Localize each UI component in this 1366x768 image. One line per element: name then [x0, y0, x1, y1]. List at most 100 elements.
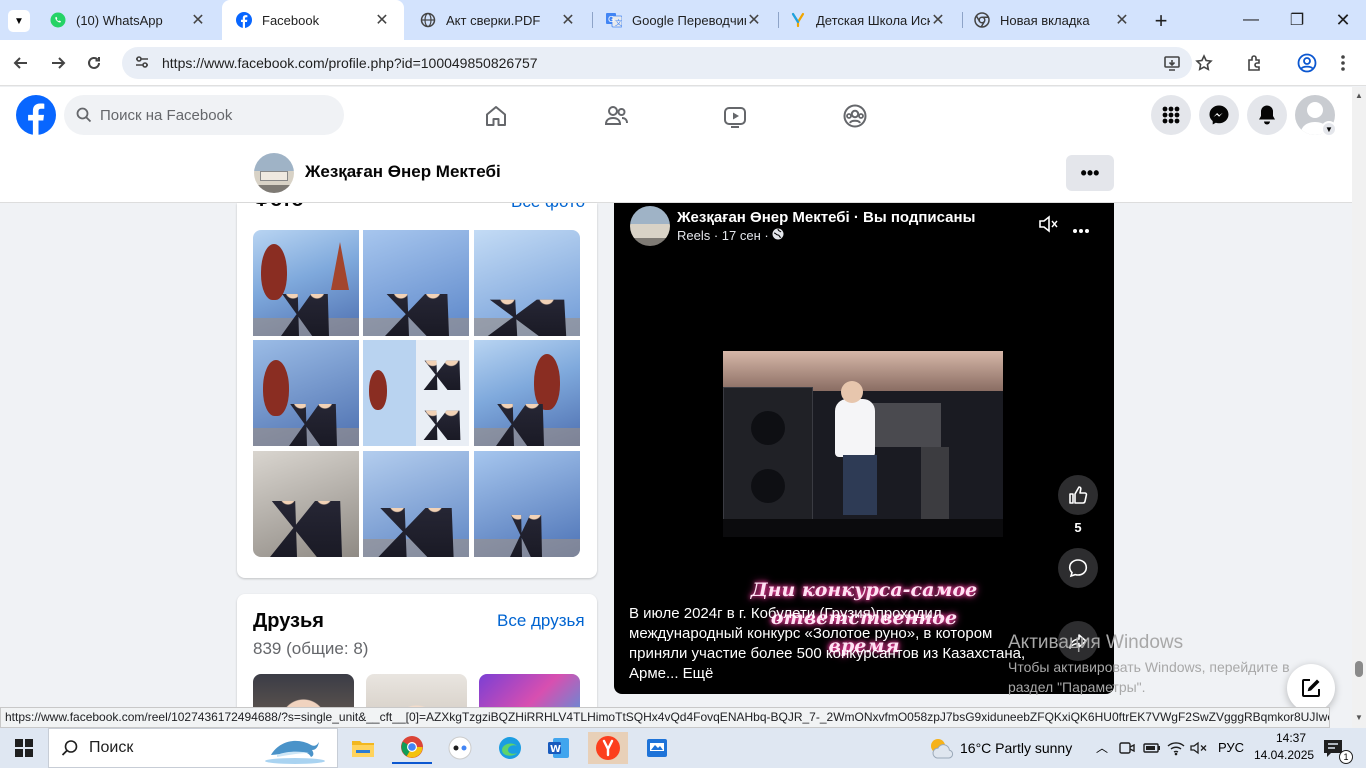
tab-detskaya-shkola[interactable]: Детская Школа Иску ✕ [776, 0, 960, 40]
profile-avatar[interactable] [254, 153, 294, 193]
word-icon[interactable]: W [539, 732, 579, 764]
facebook-logo-icon[interactable] [16, 95, 56, 138]
reel-meta: Reels · 17 сен · [677, 228, 769, 243]
input-language[interactable]: РУС [1218, 740, 1244, 755]
messenger-button[interactable] [1199, 95, 1239, 135]
tab-new-tab[interactable]: Новая вкладка ✕ [960, 0, 1144, 40]
reload-button[interactable] [79, 48, 109, 78]
photo-thumbnail[interactable] [253, 451, 359, 557]
weather-text[interactable]: 16°C Partly sunny [960, 740, 1072, 756]
reel-author-avatar[interactable] [630, 206, 670, 246]
weather-icon[interactable] [928, 736, 954, 763]
extensions-icon[interactable] [1240, 48, 1270, 78]
tab-close-icon[interactable]: ✕ [190, 10, 206, 30]
photo-thumbnail[interactable] [474, 340, 580, 446]
url-text[interactable]: https://www.facebook.com/profile.php?id=… [162, 55, 538, 71]
scrollbar-thumb[interactable] [1355, 661, 1363, 677]
activation-watermark-text: Чтобы активировать Windows, перейдите в … [1008, 659, 1290, 695]
install-app-icon[interactable] [1157, 48, 1187, 78]
menu-grid-button[interactable] [1151, 95, 1191, 135]
taskbar-search[interactable]: Поиск [48, 728, 338, 768]
chevron-down-icon[interactable]: ▼ [1321, 121, 1337, 137]
all-friends-link[interactable]: Все друзья [497, 611, 585, 631]
scroll-down-icon[interactable]: ▼ [1355, 713, 1363, 722]
tab-close-icon[interactable]: ✕ [930, 10, 946, 30]
chrome-icon [974, 12, 990, 28]
tab-close-icon[interactable]: ✕ [1114, 10, 1130, 30]
start-button[interactable] [4, 732, 44, 764]
app-window-icon[interactable] [637, 732, 677, 764]
close-window-button[interactable]: ✕ [1320, 0, 1366, 40]
app-taskbar-icon[interactable] [440, 732, 480, 764]
tab-facebook[interactable]: Facebook ✕ [222, 0, 404, 40]
chrome-taskbar-icon[interactable] [392, 732, 432, 764]
photo-thumbnail[interactable] [363, 340, 469, 446]
tab-title: Новая вкладка [1000, 12, 1090, 28]
all-photos-link[interactable]: Все фото [511, 203, 585, 212]
search-input[interactable] [100, 106, 320, 124]
yandex-browser-icon[interactable] [588, 732, 628, 764]
browser-menu-icon[interactable] [1328, 48, 1358, 78]
reel-more-icon[interactable] [1072, 222, 1090, 237]
tab-whatsapp[interactable]: (10) WhatsApp ✕ [36, 0, 220, 40]
reel-video-frame[interactable] [723, 351, 1003, 537]
tab-close-icon[interactable]: ✕ [560, 10, 576, 30]
child-figure [835, 399, 875, 457]
profile-name[interactable]: Жезқаған Өнер Мектебі [305, 162, 501, 182]
back-button[interactable] [6, 48, 36, 78]
wifi-icon[interactable] [1167, 740, 1185, 759]
mute-icon[interactable] [1038, 214, 1060, 237]
friends-icon[interactable] [599, 99, 633, 133]
meet-now-icon[interactable] [1119, 740, 1135, 759]
photo-thumbnail[interactable] [474, 451, 580, 557]
groups-icon[interactable] [838, 99, 872, 133]
photo-thumbnail[interactable] [253, 230, 359, 336]
notifications-button[interactable] [1247, 95, 1287, 135]
svg-text:文: 文 [615, 18, 622, 27]
link-status-bar: https://www.facebook.com/reel/1027436172… [0, 707, 1330, 728]
comment-button[interactable] [1058, 548, 1098, 588]
search-icon [76, 107, 92, 123]
home-icon[interactable] [479, 99, 513, 133]
new-tab-button[interactable]: + [1148, 8, 1174, 34]
whatsapp-icon [50, 12, 66, 28]
tab-search-icon[interactable]: ▼ [8, 10, 30, 32]
chevron-up-icon[interactable]: ︿ [1096, 739, 1108, 756]
friends-title: Друзья [253, 610, 324, 632]
reel-post[interactable]: Жезқаған Өнер Мектебі · Вы подписаны Ree… [614, 203, 1114, 694]
video-icon[interactable] [718, 99, 752, 133]
photo-thumbnail[interactable] [363, 230, 469, 336]
tab-akt-sverki[interactable]: Акт сверки.PDF ✕ [406, 0, 590, 40]
forward-button[interactable] [43, 48, 73, 78]
photos-title: Фото [253, 203, 304, 212]
tab-close-icon[interactable]: ✕ [374, 10, 390, 30]
tab-google-translate[interactable]: G文 Google Переводчик ✕ [592, 0, 776, 40]
more-options-button[interactable]: ••• [1066, 155, 1114, 191]
photo-thumbnail[interactable] [253, 340, 359, 446]
bookmark-star-icon[interactable] [1189, 48, 1219, 78]
globe-icon [420, 12, 436, 28]
like-button[interactable] [1058, 475, 1098, 515]
edge-icon[interactable] [490, 732, 530, 764]
scroll-up-icon[interactable]: ▲ [1355, 91, 1363, 100]
minimize-button[interactable]: — [1228, 0, 1274, 40]
profile-icon[interactable] [1292, 48, 1322, 78]
maximize-button[interactable]: ❐ [1274, 0, 1320, 40]
reel-caption[interactable]: В июле 2024г в г. Кобулети (Грузия)прохо… [629, 604, 1029, 684]
volume-muted-icon[interactable] [1190, 740, 1208, 759]
photo-thumbnail[interactable] [474, 230, 580, 336]
reel-author[interactable]: Жезқаған Өнер Мектебі · Вы подписаны [677, 209, 975, 226]
site-info-icon[interactable] [134, 54, 150, 73]
facebook-search[interactable] [64, 95, 344, 135]
tab-title: Facebook [262, 12, 320, 28]
file-explorer-icon[interactable] [343, 732, 383, 764]
tab-close-icon[interactable]: ✕ [746, 10, 762, 30]
battery-icon[interactable] [1143, 740, 1161, 759]
clock-time[interactable]: 14:37 [1266, 731, 1316, 745]
page-scrollbar[interactable]: ▲ ▼ [1352, 87, 1366, 728]
new-message-button[interactable] [1287, 664, 1335, 712]
address-bar[interactable]: https://www.facebook.com/profile.php?id=… [122, 47, 1192, 79]
photo-thumbnail[interactable] [363, 451, 469, 557]
clock-date[interactable]: 14.04.2025 [1254, 748, 1314, 762]
photos-card: Фото Все фото [237, 203, 597, 578]
